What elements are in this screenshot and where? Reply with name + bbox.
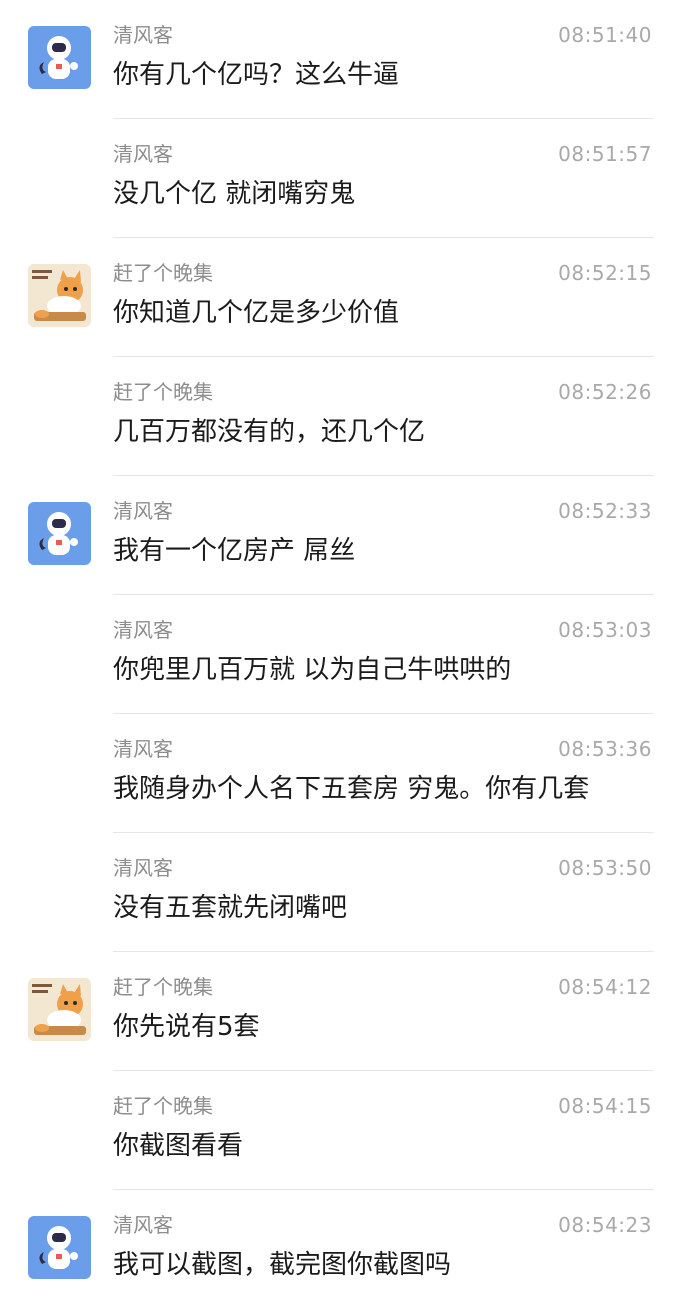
message-time: 08:53:03 bbox=[558, 618, 652, 642]
message-text: 我有一个亿房产 屌丝 bbox=[113, 536, 356, 566]
astronaut-avatar[interactable] bbox=[28, 26, 91, 89]
sender-name: 赶了个晚集 bbox=[113, 261, 213, 285]
message-row[interactable]: 赶了个晚集 08:54:15 你截图看看 bbox=[0, 1071, 682, 1190]
message-time: 08:52:33 bbox=[558, 499, 652, 523]
message-row[interactable]: 清风客 08:53:36 我随身办个人名下五套房 穷鬼。你有几套 bbox=[0, 714, 682, 833]
message-row[interactable]: 清风客 08:51:40 你有几个亿吗？这么牛逼 bbox=[0, 0, 682, 119]
sender-name: 赶了个晚集 bbox=[113, 1094, 213, 1118]
sender-name: 清风客 bbox=[113, 737, 173, 761]
sender-name: 清风客 bbox=[113, 499, 173, 523]
message-row[interactable]: 清风客 08:53:50 没有五套就先闭嘴吧 bbox=[0, 833, 682, 952]
sender-name: 清风客 bbox=[113, 856, 173, 880]
message-text: 你截图看看 bbox=[113, 1131, 244, 1161]
message-time: 08:51:57 bbox=[558, 142, 652, 166]
message-text: 没几个亿 就闭嘴穷鬼 bbox=[113, 179, 356, 209]
sender-name: 清风客 bbox=[113, 1213, 173, 1237]
sender-name: 清风客 bbox=[113, 142, 173, 166]
cat-avatar[interactable] bbox=[28, 264, 91, 327]
message-text: 几百万都没有的，还几个亿 bbox=[113, 417, 426, 447]
message-row[interactable]: 清风客 08:52:33 我有一个亿房产 屌丝 bbox=[0, 476, 682, 595]
message-list: 清风客 08:51:40 你有几个亿吗？这么牛逼 清风客 08:51:57 没几… bbox=[0, 0, 682, 1309]
message-text: 你先说有5套 bbox=[113, 1012, 260, 1042]
message-row[interactable]: 清风客 08:53:03 你兜里几百万就 以为自己牛哄哄的 bbox=[0, 595, 682, 714]
message-row[interactable]: 赶了个晚集 08:52:26 几百万都没有的，还几个亿 bbox=[0, 357, 682, 476]
message-text: 我可以截图，截完图你截图吗 bbox=[113, 1250, 452, 1280]
message-time: 08:51:40 bbox=[558, 23, 652, 47]
message-row[interactable]: 清风客 08:51:57 没几个亿 就闭嘴穷鬼 bbox=[0, 119, 682, 238]
message-time: 08:52:15 bbox=[558, 261, 652, 285]
message-time: 08:53:36 bbox=[558, 737, 652, 761]
sender-name: 赶了个晚集 bbox=[113, 975, 213, 999]
message-row[interactable]: 清风客 08:54:23 我可以截图，截完图你截图吗 bbox=[0, 1190, 682, 1309]
astronaut-avatar[interactable] bbox=[28, 1216, 91, 1279]
sender-name: 赶了个晚集 bbox=[113, 380, 213, 404]
message-text: 你有几个亿吗？这么牛逼 bbox=[113, 60, 400, 90]
message-time: 08:54:12 bbox=[558, 975, 652, 999]
sender-name: 清风客 bbox=[113, 23, 173, 47]
message-time: 08:53:50 bbox=[558, 856, 652, 880]
message-text: 我随身办个人名下五套房 穷鬼。你有几套 bbox=[113, 774, 590, 804]
message-text: 你兜里几百万就 以为自己牛哄哄的 bbox=[113, 655, 512, 685]
sender-name: 清风客 bbox=[113, 618, 173, 642]
message-text: 你知道几个亿是多少价值 bbox=[113, 298, 400, 328]
message-row[interactable]: 赶了个晚集 08:54:12 你先说有5套 bbox=[0, 952, 682, 1071]
message-time: 08:54:23 bbox=[558, 1213, 652, 1237]
cat-avatar[interactable] bbox=[28, 978, 91, 1041]
message-time: 08:54:15 bbox=[558, 1094, 652, 1118]
astronaut-avatar[interactable] bbox=[28, 502, 91, 565]
message-row[interactable]: 赶了个晚集 08:52:15 你知道几个亿是多少价值 bbox=[0, 238, 682, 357]
message-text: 没有五套就先闭嘴吧 bbox=[113, 893, 348, 923]
message-time: 08:52:26 bbox=[558, 380, 652, 404]
